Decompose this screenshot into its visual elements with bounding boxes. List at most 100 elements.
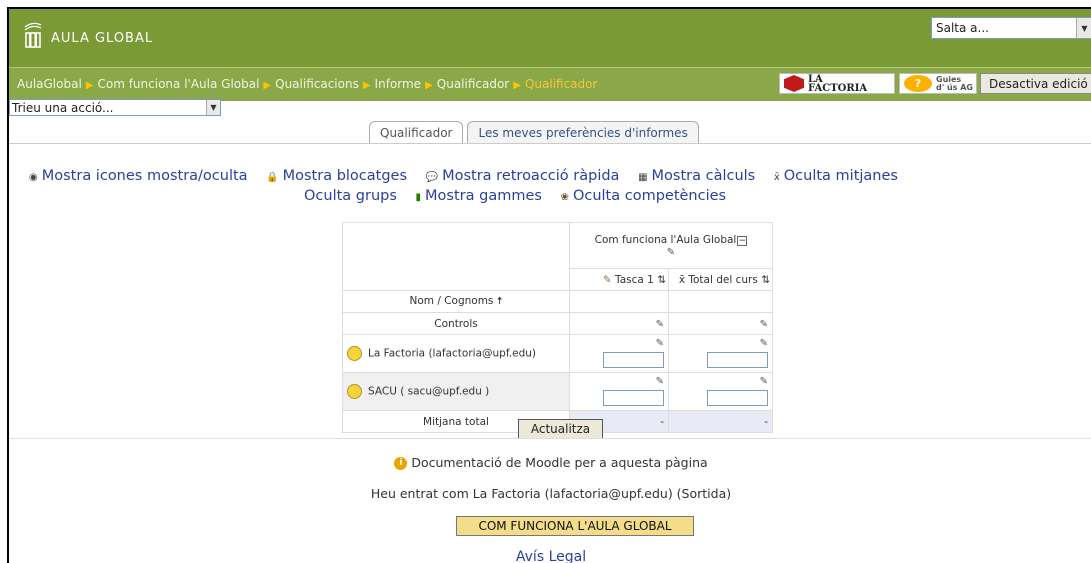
aula-global-logo-icon <box>23 21 43 49</box>
grade-cell: ✎ <box>668 334 773 373</box>
user-avatar-icon <box>347 384 362 399</box>
student-name[interactable]: La Factoria (lafactoria@upf.edu) <box>368 348 536 360</box>
sort-icon[interactable]: ⇅ <box>657 274 666 286</box>
grade-input[interactable] <box>603 389 664 406</box>
edit-icon[interactable]: ✎ <box>656 338 664 349</box>
lock-icon: 🔒 <box>266 172 279 183</box>
tab-preferences[interactable]: Les meves preferències d'informes <box>467 121 699 144</box>
eye-icon: ◉ <box>29 172 38 183</box>
course-category-header: Com funciona l'Aula Global − ✎ <box>569 222 773 269</box>
site-logo[interactable]: AULA GLOBAL <box>23 21 153 49</box>
option-show-ranges[interactable]: ▮ Mostra gammes <box>416 188 542 204</box>
guies-label: Guies d' ús AG <box>936 74 973 92</box>
comment-icon: 💬 <box>425 172 439 183</box>
table-header-row: Com funciona l'Aula Global − ✎ <box>342 222 773 291</box>
breadcrumb-arrow-icon: ▶ <box>263 80 272 91</box>
la-factoria-icon <box>784 75 804 92</box>
question-icon: ? <box>904 75 932 92</box>
grader-table: Com funciona l'Aula Global − ✎ ✎ Tasca 1 … <box>342 222 773 433</box>
breadcrumb-link[interactable]: Informe <box>375 77 422 91</box>
grade-cell: ✎ <box>569 334 669 373</box>
grade-cell: ✎ <box>668 372 773 411</box>
student-name[interactable]: SACU ( sacu@upf.edu ) <box>368 386 489 398</box>
grade-cell: ✎ <box>569 372 669 411</box>
course-total-header[interactable]: x̄ Total del curs ⇅ <box>668 268 773 291</box>
course-home-button[interactable]: COM FUNCIONA L'AULA GLOBAL <box>456 516 694 536</box>
table-row: Nom / Cognoms 🠅 <box>342 290 773 313</box>
edit-icon[interactable]: ✎ <box>760 338 768 349</box>
course-header-label[interactable]: Com funciona l'Aula Global <box>595 234 737 246</box>
option-hide-averages[interactable]: x̄ Oculta mitjanes <box>774 168 898 184</box>
table-row: La Factoria (lafactoria@upf.edu) ✎ ✎ <box>342 334 773 373</box>
option-show-quick-feedback[interactable]: 💬 Mostra retroacció ràpida <box>426 168 620 184</box>
option-show-eye-icons[interactable]: ◉ Mostra icones mostra/oculta <box>29 168 248 184</box>
grade-input[interactable] <box>707 351 768 368</box>
breadcrumb-current: Qualificador <box>524 77 598 91</box>
option-hide-groups[interactable]: Oculta grups <box>304 188 397 204</box>
collapse-icon[interactable]: − <box>737 235 748 246</box>
guies-badge[interactable]: ? Guies d' ús AG <box>899 73 977 94</box>
table-cell <box>668 290 773 313</box>
task-column-header[interactable]: ✎ Tasca 1 ⇅ <box>569 268 669 291</box>
tab-qualificador[interactable]: Qualificador <box>369 121 464 144</box>
breadcrumb-arrow-icon: ▶ <box>85 80 94 91</box>
edit-icon[interactable]: ✎ <box>760 376 768 387</box>
average-cell: - <box>668 410 773 433</box>
edit-icon[interactable]: ✎ <box>656 376 664 387</box>
grade-input[interactable] <box>603 351 664 368</box>
breadcrumb: AulaGlobal ▶ Com funciona l'Aula Global ▶ Qu… <box>17 77 597 91</box>
la-factoria-badge[interactable]: LA FACTORIA <box>779 73 895 94</box>
breadcrumb-link[interactable]: AulaGlobal <box>17 77 82 91</box>
browser-frame: AULA GLOBAL Salta a... ▼ AulaGlobal ▶ Com … <box>7 7 1091 563</box>
table-cell: ✎ <box>668 312 773 335</box>
name-header-cell[interactable]: Nom / Cognoms 🠅 <box>342 290 570 313</box>
breadcrumb-link[interactable]: Qualificador <box>437 77 509 91</box>
report-tabs: Qualificador Les meves preferències d'in… <box>369 121 699 144</box>
calculator-icon: ▦ <box>638 172 648 183</box>
edit-icon[interactable]: ✎ <box>667 247 675 258</box>
student-cell: SACU ( sacu@upf.edu ) <box>342 372 570 411</box>
sort-icon[interactable]: ⇅ <box>761 274 770 286</box>
moodle-docs-link[interactable]: i Documentació de Moodle per a aquesta pà… <box>9 455 1091 470</box>
ranges-icon: ▮ <box>415 192 422 203</box>
login-info: Heu entrat com La Factoria (lafactoria@u… <box>370 486 732 501</box>
action-select-value: Trieu una acció... <box>12 100 114 115</box>
table-cell <box>569 290 669 313</box>
disable-editing-button[interactable]: Desactiva edició <box>980 73 1091 94</box>
site-header: AULA GLOBAL Salta a... ▼ <box>9 9 1091 67</box>
la-factoria-label: LA FACTORIA <box>808 73 868 94</box>
breadcrumb-arrow-icon: ▶ <box>513 80 521 91</box>
edit-icon[interactable]: ✎ <box>760 319 768 330</box>
jump-to-select[interactable]: Salta a... ▼ <box>931 17 1091 39</box>
legal-notice-link[interactable]: Avís Legal <box>9 549 1091 563</box>
user-avatar-icon <box>347 346 362 361</box>
grader-options: ◉ Mostra icones mostra/oculta 🔒 Mostra blo… <box>29 166 1091 204</box>
mean-icon: x̄ <box>773 172 780 183</box>
grade-input[interactable] <box>707 389 768 406</box>
table-row: Controls ✎ ✎ <box>342 312 773 335</box>
info-icon: i <box>394 457 408 470</box>
competencies-icon: ❀ <box>560 192 569 203</box>
assignment-icon: ✎ <box>602 273 612 286</box>
controls-label-cell: Controls <box>342 312 570 335</box>
edit-icon[interactable]: ✎ <box>656 319 664 330</box>
empty-header-cell <box>342 222 570 291</box>
update-button[interactable]: Actualitza <box>518 419 603 439</box>
table-row: SACU ( sacu@upf.edu ) ✎ ✎ <box>342 372 773 411</box>
jump-to-value: Salta a... <box>936 21 989 35</box>
mean-icon: x̄ <box>678 273 686 286</box>
action-select[interactable]: Trieu una acció... ▼ <box>9 99 221 116</box>
sort-up-icon[interactable]: 🠅 <box>497 295 503 307</box>
breadcrumb-link[interactable]: Com funciona l'Aula Global <box>97 77 259 91</box>
breadcrumb-link[interactable]: Qualificacions <box>275 77 359 91</box>
option-show-calculations[interactable]: ▦ Mostra càlculs <box>638 168 755 184</box>
table-cell: ✎ <box>569 312 669 335</box>
option-show-locks[interactable]: 🔒 Mostra blocatges <box>266 168 407 184</box>
dropdown-arrow-icon[interactable]: ▼ <box>206 100 220 115</box>
option-hide-competencies[interactable]: ❀ Oculta competències <box>561 188 727 204</box>
dropdown-arrow-icon[interactable]: ▼ <box>1076 18 1091 38</box>
tab-divider <box>9 143 1091 144</box>
site-name: AULA GLOBAL <box>51 30 154 46</box>
breadcrumb-arrow-icon: ▶ <box>362 80 371 91</box>
breadcrumb-arrow-icon: ▶ <box>425 80 433 91</box>
